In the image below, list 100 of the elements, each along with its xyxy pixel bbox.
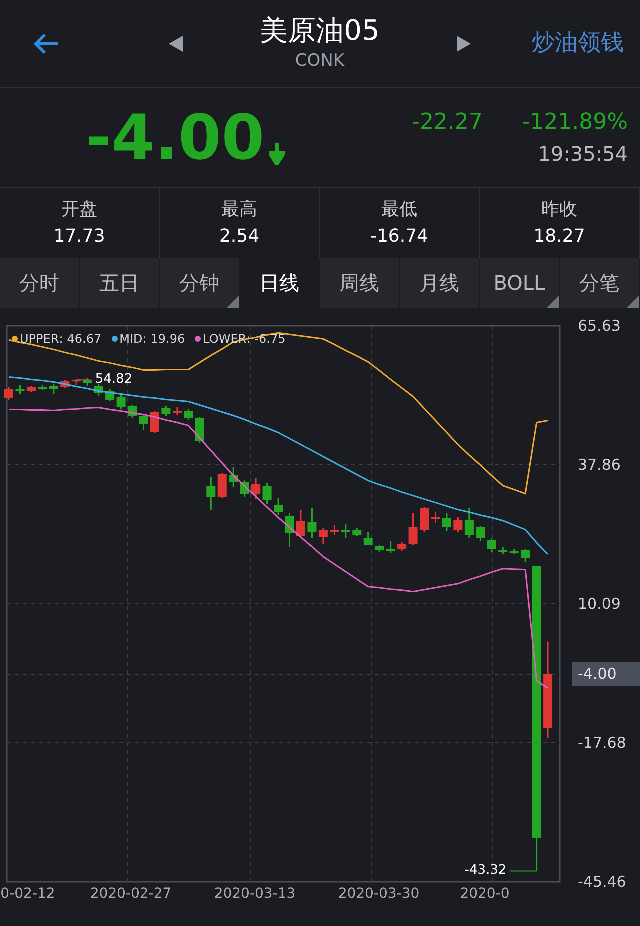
candlestick [521, 549, 530, 562]
candlestick [116, 394, 126, 409]
candlestick [172, 406, 182, 415]
legend-value: 46.67 [67, 331, 102, 348]
corner-triangle-icon [547, 296, 559, 308]
y-axis-label: -17.68 [577, 732, 628, 754]
legend-separator: : [246, 331, 251, 348]
candlestick [72, 380, 81, 382]
candlestick [510, 549, 519, 554]
y-axis-label: -45.46 [577, 872, 628, 893]
stat-label: 最高 [222, 198, 258, 222]
candlestick [285, 512, 294, 548]
candlestick [442, 512, 452, 531]
stat-value: 18.27 [534, 225, 586, 249]
candlestick [375, 545, 384, 552]
candlestick [206, 477, 216, 510]
leader-line [76, 380, 91, 386]
period-tab[interactable]: 分笔 [560, 258, 640, 308]
legend-separator: : [59, 331, 64, 348]
down-arrow-icon [268, 142, 285, 164]
period-tab[interactable]: BOLL [480, 258, 560, 308]
candlestick [487, 538, 496, 552]
period-tab[interactable]: 五日 [80, 258, 160, 308]
corner-triangle-icon [227, 296, 239, 308]
legend-series-name: UPPER [20, 331, 60, 348]
leader-line [509, 870, 538, 872]
stat-label: 最低 [382, 198, 418, 222]
candlestick [218, 473, 227, 498]
candlestick [341, 524, 350, 538]
candlestick [26, 386, 36, 392]
price-change: -22.27 [412, 109, 483, 137]
candlestick [139, 414, 148, 430]
candlestick [184, 408, 194, 420]
candlestick [296, 510, 306, 538]
candlestick [38, 385, 48, 390]
candlestick [408, 512, 418, 546]
quote-time: 19:35:54 [538, 141, 628, 168]
candlestick [386, 541, 396, 554]
candlestick [262, 483, 272, 504]
x-axis-label: 2020-0 [460, 885, 510, 904]
y-axis-label: 10.09 [577, 594, 622, 615]
right-triangle-icon [456, 36, 471, 52]
candlestick [476, 526, 486, 542]
corner-triangle-icon [627, 296, 639, 308]
last-price: -4.00 [86, 106, 265, 168]
low-price-label: -43.32 [464, 863, 507, 880]
candlestick [83, 378, 92, 386]
candlestick [195, 417, 204, 443]
instrument-code: CONK [295, 50, 345, 73]
back-arrow-icon [32, 32, 60, 56]
high-price-label: 54.82 [95, 372, 133, 388]
candlestick [150, 410, 160, 433]
stat-value: 17.73 [54, 225, 106, 249]
promo-link[interactable]: 炒油领钱 [532, 26, 624, 61]
x-axis-label: 2020-03-13 [214, 885, 296, 904]
period-tab[interactable]: 分时 [0, 258, 80, 308]
legend-value: -6.75 [254, 331, 286, 348]
stat-label: 开盘 [62, 198, 98, 222]
legend-series-name: MID [120, 331, 143, 348]
stat-value: -16.74 [370, 225, 429, 249]
candlestick [240, 480, 250, 498]
candlestick [464, 508, 474, 538]
legend-value: 19.96 [150, 331, 186, 348]
left-triangle-icon [169, 36, 184, 52]
stat-label: 昨收 [542, 198, 578, 222]
candlestick [454, 517, 463, 532]
x-axis-label: 0-02-12 [0, 885, 56, 904]
candlestick [128, 404, 138, 418]
candlestick [352, 528, 362, 536]
candlestick [498, 547, 508, 554]
price-change-percent: -121.89% [522, 109, 628, 137]
x-axis-label: 2020-02-27 [90, 885, 172, 904]
period-tab[interactable]: 周线 [320, 258, 400, 308]
candlestick [4, 387, 14, 400]
candlestick [162, 406, 171, 416]
candlestick [308, 508, 317, 538]
candlestick [252, 478, 261, 500]
candlestick [420, 506, 429, 532]
candlestick [274, 498, 284, 515]
candlestick [49, 384, 58, 394]
candlestick [330, 525, 340, 535]
period-tab[interactable]: 月线 [400, 258, 480, 308]
candlestick [364, 532, 373, 546]
y-axis-label: 65.63 [577, 316, 622, 337]
candlestick [16, 385, 25, 394]
legend-series-name: LOWER [203, 331, 247, 348]
legend-separator: : [142, 331, 147, 348]
x-axis-label: 2020-03-30 [338, 885, 420, 904]
candlestick [60, 380, 70, 388]
period-tab[interactable]: 日线 [240, 258, 320, 308]
candlestick [398, 542, 407, 552]
candlestick [431, 512, 440, 523]
candlestick [229, 467, 238, 487]
candlestick [318, 528, 328, 544]
candlestick [106, 389, 115, 401]
current-price-tag: -4.00 [572, 662, 640, 686]
candlestick [94, 384, 104, 396]
y-axis-label: 37.86 [577, 454, 622, 476]
instrument-title: 美原油05 [260, 12, 380, 49]
stat-value: 2.54 [219, 225, 260, 249]
